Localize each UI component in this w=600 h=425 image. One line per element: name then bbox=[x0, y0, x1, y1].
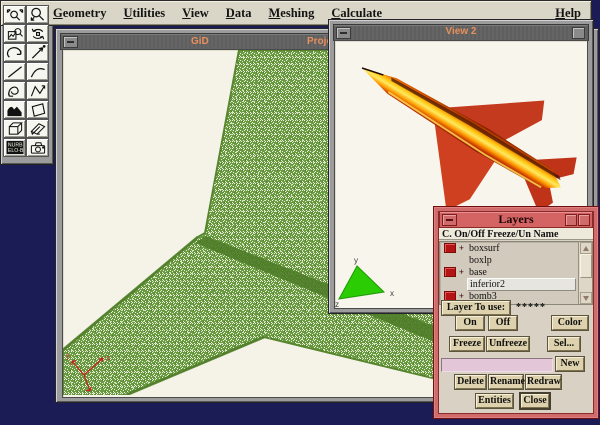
delete-eraser-icon[interactable] bbox=[26, 119, 49, 138]
axis-y-label: y bbox=[66, 351, 70, 360]
on-button[interactable]: On bbox=[456, 316, 484, 330]
new-button[interactable]: New bbox=[556, 357, 584, 371]
layer-name: base bbox=[467, 267, 489, 278]
scroll-down-icon[interactable] bbox=[580, 292, 592, 304]
nurbs-labels-icon[interactable]: NURB ELO-B bbox=[3, 138, 26, 157]
off-button[interactable]: Off bbox=[489, 316, 517, 330]
create-spiral-icon[interactable] bbox=[3, 81, 26, 100]
layers-title-bar[interactable]: Layers bbox=[439, 211, 593, 228]
layers-dialog: Layers C. On/Off Freeze/Un Name + boxsur… bbox=[433, 206, 599, 419]
axis-z-label: z bbox=[90, 393, 94, 395]
axis-x-label: x bbox=[106, 353, 110, 362]
freeze-button[interactable]: Freeze bbox=[450, 337, 484, 351]
color-button[interactable]: Color bbox=[552, 316, 588, 330]
entities-button[interactable]: Entities bbox=[476, 394, 513, 408]
view2-title-bar[interactable]: View 2 bbox=[333, 24, 589, 41]
rotate-view-icon[interactable] bbox=[3, 43, 26, 62]
create-polyline-icon[interactable] bbox=[26, 81, 49, 100]
scroll-up-icon[interactable] bbox=[580, 242, 592, 254]
layer-list-scrollbar[interactable] bbox=[578, 242, 592, 304]
minimize-icon[interactable] bbox=[336, 27, 351, 39]
layer-name: boxsurf bbox=[467, 243, 502, 254]
layer-name: inferior2 bbox=[467, 278, 576, 291]
layer-name: boxlp bbox=[467, 255, 494, 266]
layer-expand-icon[interactable]: + bbox=[456, 267, 467, 277]
layer-list: + boxsurf boxlp + base inferior2 + bomb3 bbox=[439, 241, 593, 305]
minimize-icon[interactable] bbox=[63, 36, 78, 48]
redraw-button[interactable]: Redraw bbox=[526, 375, 561, 389]
sel-button[interactable]: Sel... bbox=[548, 337, 580, 351]
menu-geometry[interactable]: Geometry bbox=[53, 6, 106, 21]
layer-expand-icon[interactable]: + bbox=[456, 291, 467, 301]
layer-row-selected[interactable]: inferior2 bbox=[440, 278, 592, 290]
create-surface-icon[interactable] bbox=[3, 100, 26, 119]
menu-utilities[interactable]: Utilities bbox=[123, 6, 165, 21]
restore-icon[interactable] bbox=[565, 214, 577, 226]
zoom-icon[interactable] bbox=[26, 5, 49, 24]
axis-y-label: y bbox=[354, 256, 358, 265]
minimize-icon[interactable] bbox=[442, 214, 457, 226]
layer-name: bomb3 bbox=[467, 291, 499, 302]
new-layer-input[interactable] bbox=[441, 358, 553, 372]
window-title: View 2 bbox=[446, 26, 477, 37]
delete-button[interactable]: Delete bbox=[455, 375, 486, 389]
render-camera-icon[interactable] bbox=[26, 138, 49, 157]
layer-color-swatch[interactable] bbox=[444, 267, 456, 277]
rename-button[interactable]: Rename bbox=[489, 375, 523, 389]
maximize-icon[interactable] bbox=[578, 214, 590, 226]
create-line-icon[interactable] bbox=[3, 62, 26, 81]
layer-color-swatch[interactable] bbox=[444, 291, 456, 301]
tool-palette: NURB ELO-B bbox=[0, 0, 54, 165]
dialog-title: Layers bbox=[498, 212, 533, 226]
axis-x-label: x bbox=[390, 289, 394, 298]
layer-to-use-value: ***** bbox=[516, 302, 546, 313]
redraw-icon[interactable] bbox=[26, 24, 49, 43]
layer-row[interactable]: + boxsurf bbox=[440, 242, 592, 254]
maximize-icon[interactable] bbox=[572, 27, 585, 39]
create-volume-icon[interactable] bbox=[3, 119, 26, 138]
menu-view[interactable]: View bbox=[182, 6, 209, 21]
layer-to-use-button[interactable]: Layer To use: bbox=[442, 301, 510, 315]
layer-expand-icon[interactable]: + bbox=[456, 243, 467, 253]
layer-columns-header: C. On/Off Freeze/Un Name bbox=[439, 228, 593, 240]
desktop: { "menu_bar": { "items": [ {"label": "Fi… bbox=[0, 0, 600, 425]
layer-row[interactable]: + base bbox=[440, 266, 592, 278]
view2-axes-indicator: y x z bbox=[335, 256, 394, 308]
layer-color-swatch[interactable] bbox=[444, 243, 456, 253]
create-arc-icon[interactable] bbox=[26, 62, 49, 81]
close-button[interactable]: Close bbox=[521, 394, 549, 408]
window-title: GiD bbox=[191, 35, 209, 49]
svg-text:ELO-B: ELO-B bbox=[7, 148, 23, 154]
create-polygon-icon[interactable] bbox=[26, 100, 49, 119]
menu-data[interactable]: Data bbox=[226, 6, 252, 21]
layer-row[interactable]: boxlp bbox=[440, 254, 592, 266]
scroll-thumb[interactable] bbox=[580, 254, 592, 278]
unfreeze-button[interactable]: Unfreeze bbox=[487, 337, 529, 351]
zoom-window-icon[interactable] bbox=[3, 24, 26, 43]
zoom-dynamic-icon[interactable] bbox=[3, 5, 26, 24]
pan-icon[interactable] bbox=[26, 43, 49, 62]
axis-z-label: z bbox=[335, 300, 339, 308]
menu-meshing[interactable]: Meshing bbox=[268, 6, 314, 21]
